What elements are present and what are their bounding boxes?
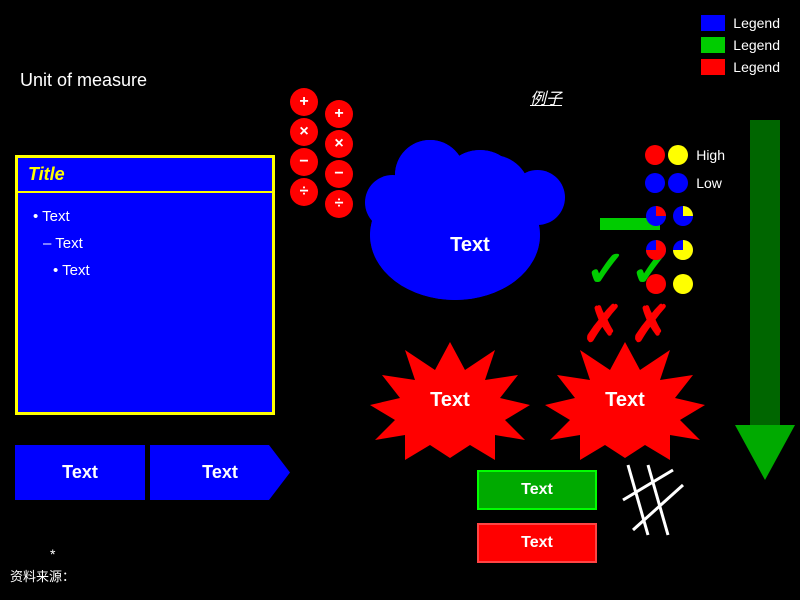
red-textbox-label: Text bbox=[521, 534, 553, 552]
low-circles bbox=[645, 173, 688, 193]
high-circle-yellow bbox=[668, 145, 688, 165]
checkmark-1: ✓ bbox=[585, 240, 627, 298]
diagonal-lines bbox=[618, 460, 718, 540]
low-circle-blue-1 bbox=[645, 173, 665, 193]
title-box-content: • Text – Text • Text bbox=[18, 193, 272, 294]
green-arrow bbox=[737, 120, 792, 480]
math-times-2: × bbox=[325, 130, 353, 158]
bullet-1: • Text bbox=[33, 203, 262, 230]
pie-row-3 bbox=[645, 273, 725, 295]
high-circles bbox=[645, 145, 688, 165]
legend-color-1 bbox=[701, 15, 725, 31]
reizi-label: 例子 bbox=[530, 85, 562, 109]
high-item: High bbox=[645, 145, 725, 165]
math-plus-2: + bbox=[325, 100, 353, 128]
legend-item-3: Legend bbox=[701, 59, 780, 75]
legend-item-2: Legend bbox=[701, 37, 780, 53]
starburst-1-text: Text bbox=[430, 389, 470, 412]
math-div-2: ÷ bbox=[325, 190, 353, 218]
title-box-header: Title bbox=[18, 158, 272, 193]
pie-4 bbox=[672, 239, 694, 261]
legend-label-2: Legend bbox=[733, 37, 780, 53]
legend-item-1: Legend bbox=[701, 15, 780, 31]
math-plus-1: + bbox=[290, 88, 318, 116]
subbullet-1: • Text bbox=[53, 257, 262, 284]
green-textbox: Text bbox=[477, 470, 597, 510]
legend-container: Legend Legend Legend bbox=[701, 15, 780, 75]
arrow-box-2: Text bbox=[150, 445, 290, 500]
math-col-2: + × − ÷ bbox=[325, 100, 353, 218]
low-circle-blue-2 bbox=[668, 173, 688, 193]
bottom-source: 资料来源： bbox=[10, 566, 75, 585]
legend-label-1: Legend bbox=[733, 15, 780, 31]
title-box: Title • Text – Text • Text bbox=[15, 155, 275, 415]
math-times-1: × bbox=[290, 118, 318, 146]
arrow-row: Text Text bbox=[15, 445, 290, 500]
legend-color-2 bbox=[701, 37, 725, 53]
low-label: Low bbox=[696, 175, 722, 191]
math-div-1: ÷ bbox=[290, 178, 318, 206]
high-circle-red bbox=[645, 145, 665, 165]
dash-1: – Text bbox=[43, 230, 262, 257]
green-textbox-label: Text bbox=[521, 481, 553, 499]
bottom-star: * bbox=[50, 546, 55, 562]
math-minus-2: − bbox=[325, 160, 353, 188]
highlow-container: High Low bbox=[645, 145, 725, 295]
pie-row-2 bbox=[645, 239, 725, 261]
legend-color-3 bbox=[701, 59, 725, 75]
pie-6 bbox=[672, 273, 694, 295]
pie-1 bbox=[645, 205, 667, 227]
math-col-1: + × − ÷ bbox=[290, 88, 318, 206]
starburst-1: Text bbox=[370, 340, 530, 460]
green-arrow-body bbox=[750, 120, 780, 425]
cloud-text: Text bbox=[380, 205, 560, 285]
pie-3 bbox=[645, 239, 667, 261]
arrow-box-1: Text bbox=[15, 445, 145, 500]
pie-5 bbox=[645, 273, 667, 295]
math-minus-1: − bbox=[290, 148, 318, 176]
high-label: High bbox=[696, 147, 725, 163]
legend-label-3: Legend bbox=[733, 59, 780, 75]
low-item: Low bbox=[645, 173, 725, 193]
starburst-2: Text bbox=[545, 340, 705, 460]
red-textbox: Text bbox=[477, 523, 597, 563]
unit-label: Unit of measure bbox=[20, 70, 147, 91]
green-arrow-head bbox=[735, 425, 795, 480]
pie-2 bbox=[672, 205, 694, 227]
starburst-2-text: Text bbox=[605, 389, 645, 412]
pie-row-1 bbox=[645, 205, 725, 227]
